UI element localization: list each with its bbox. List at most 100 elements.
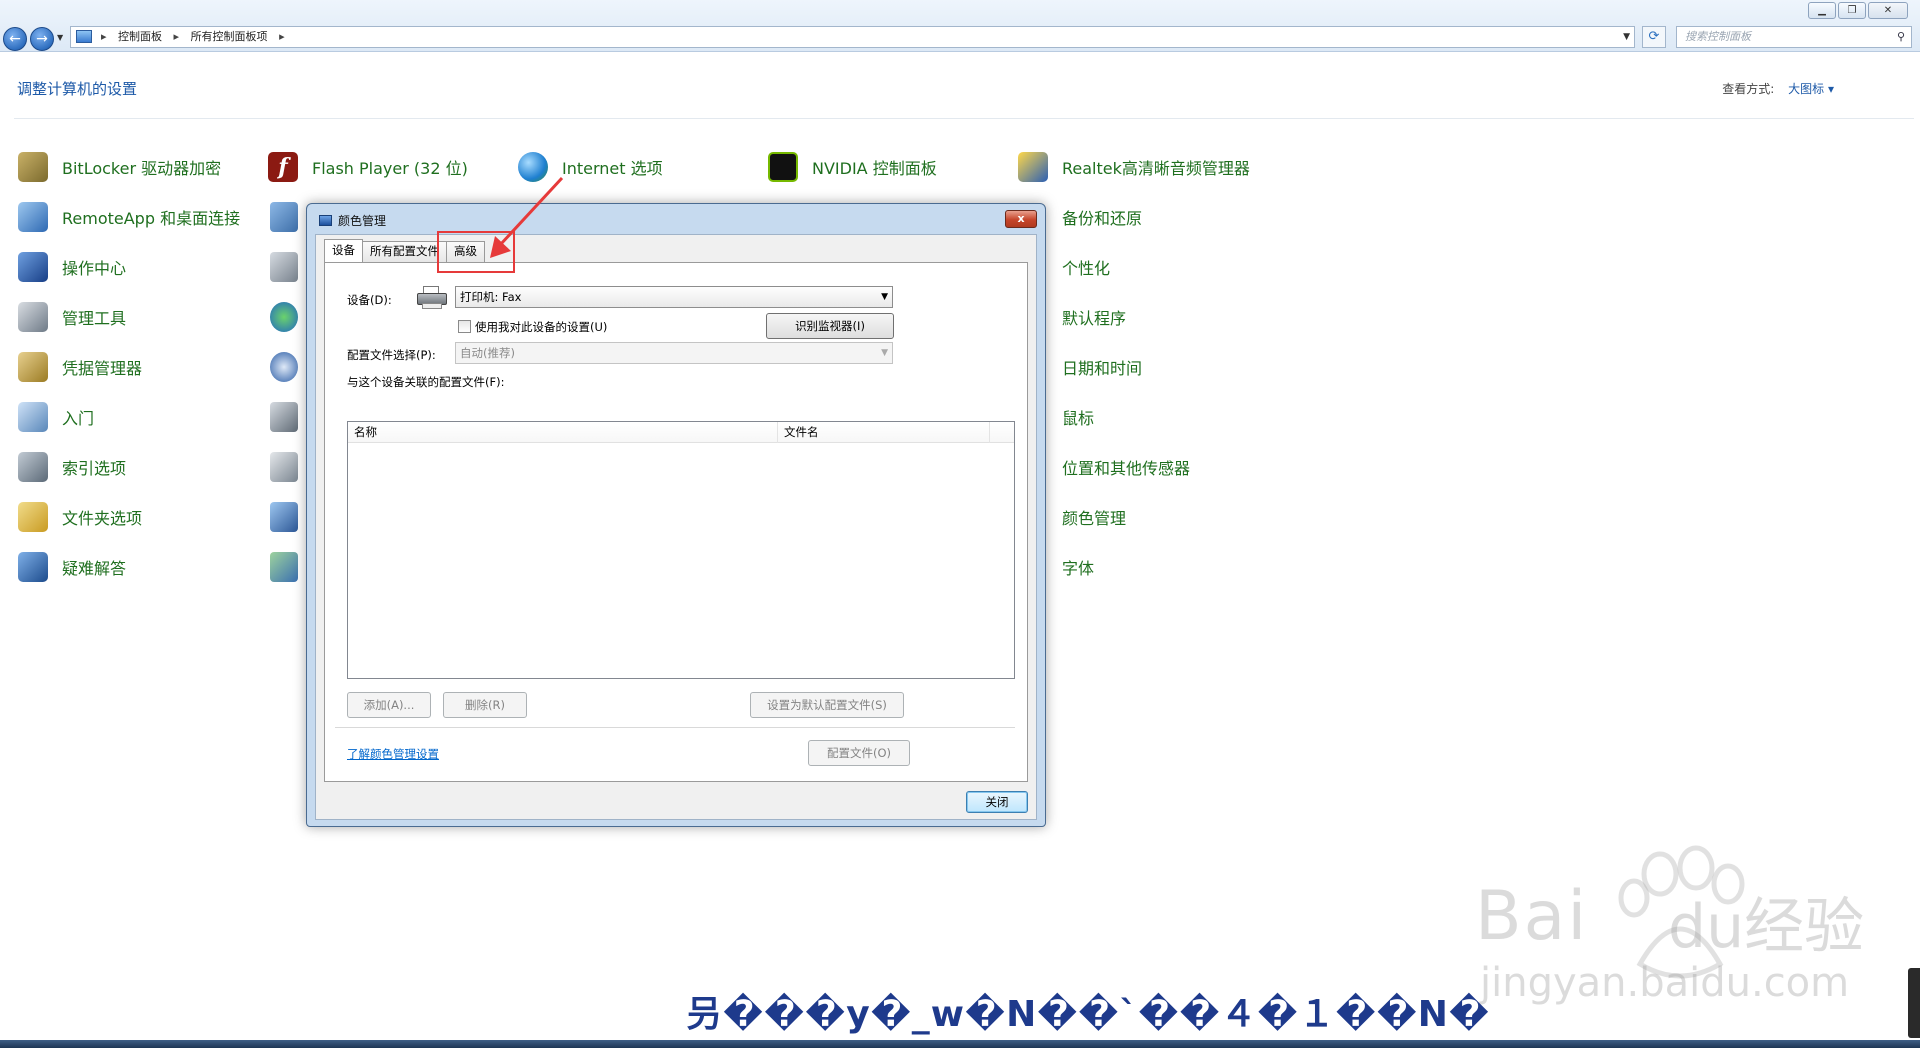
remove-button[interactable]: 删除(R) bbox=[443, 692, 527, 718]
minimize-button[interactable]: ▁ bbox=[1808, 2, 1836, 19]
cp-item-date-time[interactable]: 日期和时间 bbox=[1062, 350, 1142, 384]
scroll-handle[interactable] bbox=[1908, 968, 1920, 1038]
cp-item-action-center[interactable]: 操作中心 bbox=[18, 250, 126, 284]
cp-item-bitlocker[interactable]: BitLocker 驱动器加密 bbox=[18, 150, 221, 184]
back-button[interactable]: ← bbox=[3, 27, 27, 51]
view-by-dropdown[interactable]: 大图标 ▾ bbox=[1788, 82, 1834, 96]
device-label: 设备(D): bbox=[347, 293, 392, 307]
cp-item-troubleshooting[interactable]: 疑难解答 bbox=[18, 550, 126, 584]
breadcrumb-chevron-icon[interactable]: ▸ bbox=[101, 30, 107, 43]
cp-item-label: 鼠标 bbox=[1062, 409, 1095, 428]
dialog-close-button[interactable]: x bbox=[1005, 210, 1037, 228]
profile-selection-select[interactable]: 自动(推荐) ▼ bbox=[455, 342, 893, 364]
watermark-url: jingyan.baidu.com bbox=[1480, 960, 1850, 1006]
cp-item-label: 日期和时间 bbox=[1062, 359, 1143, 378]
devices-panel: 设备(D): 打印机: Fax ▼ 使用我对此设备的设置(U) 识别监视器(I)… bbox=[324, 262, 1028, 782]
search-input[interactable]: 搜索控制面板 ⚲ bbox=[1676, 26, 1912, 48]
use-my-settings-label: 使用我对此设备的设置(U) bbox=[475, 320, 608, 334]
use-my-settings-checkbox[interactable] bbox=[458, 320, 471, 333]
breadcrumb-all-items[interactable]: 所有控制面板项 bbox=[191, 30, 268, 43]
cp-item-remoteapp[interactable]: RemoteApp 和桌面连接 bbox=[18, 200, 240, 234]
maximize-button[interactable]: ❐ bbox=[1838, 2, 1866, 19]
cp-item-nvidia[interactable]: NVIDIA 控制面板 bbox=[768, 150, 937, 184]
cp-item-default-programs[interactable]: 默认程序 bbox=[1062, 300, 1126, 334]
cp-item-label: 疑难解答 bbox=[62, 559, 127, 578]
cp-item-fonts[interactable]: 字体 bbox=[1062, 550, 1094, 584]
cp-item-mouse[interactable]: 鼠标 bbox=[1062, 400, 1094, 434]
device-icon[interactable] bbox=[270, 252, 298, 282]
breadcrumb-chevron-icon[interactable]: ▸ bbox=[279, 30, 285, 43]
learn-more-link[interactable]: 了解颜色管理设置 bbox=[347, 746, 439, 762]
close-button[interactable]: 关闭 bbox=[966, 791, 1028, 813]
cp-item-label: 入门 bbox=[62, 409, 95, 428]
cp-item-folder-options[interactable]: 文件夹选项 bbox=[18, 500, 142, 534]
cp-item-location-sensors[interactable]: 位置和其他传感器 bbox=[1062, 450, 1190, 484]
cp-item-credential-manager[interactable]: 凭据管理器 bbox=[18, 350, 142, 384]
profiles-list[interactable]: 名称 文件名 bbox=[347, 421, 1015, 679]
window-controls: ▁ ❐ ✕ bbox=[1808, 2, 1908, 19]
cp-item-label: BitLocker 驱动器加密 bbox=[62, 159, 222, 178]
flash-icon: f bbox=[268, 152, 298, 182]
globe-icon bbox=[518, 152, 548, 182]
search-icon[interactable]: ⚲ bbox=[1897, 27, 1905, 47]
color-management-dialog: 颜色管理 x 设备 所有配置文件 高级 设备(D): 打印机: Fax ▼ 使用… bbox=[306, 203, 1046, 827]
associated-profiles-label: 与这个设备关联的配置文件(F): bbox=[347, 375, 505, 389]
cp-item-label: Internet 选项 bbox=[562, 159, 663, 178]
dialog-title: 颜色管理 bbox=[319, 212, 386, 229]
profiles-button[interactable]: 配置文件(O) bbox=[808, 740, 910, 766]
cp-item-label: 位置和其他传感器 bbox=[1062, 459, 1191, 478]
cp-item-label: NVIDIA 控制面板 bbox=[812, 159, 937, 178]
close-window-button[interactable]: ✕ bbox=[1868, 2, 1908, 19]
tab-devices[interactable]: 设备 bbox=[324, 239, 363, 262]
column-filename[interactable]: 文件名 bbox=[778, 422, 990, 443]
chevron-down-icon: ▼ bbox=[881, 348, 888, 358]
cp-item-label: 操作中心 bbox=[62, 259, 127, 278]
cp-item-realtek[interactable]: Realtek高清晰音频管理器 bbox=[1018, 150, 1250, 184]
cp-item-flash-player[interactable]: f Flash Player (32 位) bbox=[268, 150, 468, 184]
view-by: 查看方式: 大图标 ▾ bbox=[1722, 80, 1834, 97]
refresh-button[interactable]: ⟳ bbox=[1642, 26, 1666, 48]
cp-item-admin-tools[interactable]: 管理工具 bbox=[18, 300, 126, 334]
profile-selection-value: 自动(推荐) bbox=[460, 346, 515, 360]
cp-item-color-management[interactable]: 颜色管理 bbox=[1062, 500, 1126, 534]
add-button[interactable]: 添加(A)... bbox=[347, 692, 431, 718]
tower-icon[interactable] bbox=[270, 402, 298, 432]
history-dropdown-icon[interactable]: ▼ bbox=[57, 33, 63, 42]
network-icon[interactable] bbox=[270, 302, 298, 332]
cp-item-indexing[interactable]: 索引选项 bbox=[18, 450, 126, 484]
search-placeholder: 搜索控制面板 bbox=[1685, 30, 1751, 43]
cp-item-label: 文件夹选项 bbox=[62, 509, 143, 528]
chevron-down-icon: ▼ bbox=[881, 292, 888, 302]
keyboard-icon[interactable] bbox=[270, 452, 298, 482]
folder-icon bbox=[18, 502, 48, 532]
breadcrumb-control-panel[interactable]: 控制面板 bbox=[118, 30, 162, 43]
separator bbox=[335, 727, 1015, 728]
divider bbox=[14, 118, 1914, 119]
display-icon[interactable] bbox=[270, 502, 298, 532]
column-name[interactable]: 名称 bbox=[348, 422, 778, 443]
sync-icon[interactable] bbox=[270, 352, 298, 382]
cp-item-label: 颜色管理 bbox=[1062, 509, 1127, 528]
cp-item-label: 字体 bbox=[1062, 559, 1095, 578]
cp-item-label: 默认程序 bbox=[1062, 309, 1127, 328]
profile-selection-label: 配置文件选择(P): bbox=[347, 348, 436, 362]
address-dropdown-icon[interactable]: ▼ bbox=[1623, 27, 1630, 47]
window-titlebar: ▁ ❐ ✕ ← → ▼ ▸ 控制面板 ▸ 所有控制面板项 ▸ ▼ ⟳ 搜索控制面… bbox=[0, 0, 1920, 52]
breadcrumb-chevron-icon[interactable]: ▸ bbox=[174, 30, 180, 43]
device-select[interactable]: 打印机: Fax ▼ bbox=[455, 286, 893, 308]
tab-all-profiles[interactable]: 所有配置文件 bbox=[362, 241, 447, 262]
cp-item-backup-restore[interactable]: 备份和还原 bbox=[1062, 200, 1142, 234]
taskbar bbox=[0, 1040, 1920, 1048]
troubleshooting-icon bbox=[18, 552, 48, 582]
set-default-button[interactable]: 设置为默认配置文件(S) bbox=[750, 692, 904, 718]
cp-item-personalization[interactable]: 个性化 bbox=[1062, 250, 1110, 284]
device-icon[interactable] bbox=[270, 202, 298, 232]
cp-item-getting-started[interactable]: 入门 bbox=[18, 400, 94, 434]
watermark-brand-suffix: du经验 bbox=[1668, 892, 1865, 962]
identify-monitors-button[interactable]: 识别监视器(I) bbox=[766, 313, 894, 339]
cp-item-internet-options[interactable]: Internet 选项 bbox=[518, 150, 663, 184]
forward-button[interactable]: → bbox=[30, 27, 54, 51]
address-bar[interactable]: ▸ 控制面板 ▸ 所有控制面板项 ▸ ▼ bbox=[70, 26, 1635, 48]
control-panel-icon bbox=[76, 30, 92, 43]
users-icon[interactable] bbox=[270, 552, 298, 582]
